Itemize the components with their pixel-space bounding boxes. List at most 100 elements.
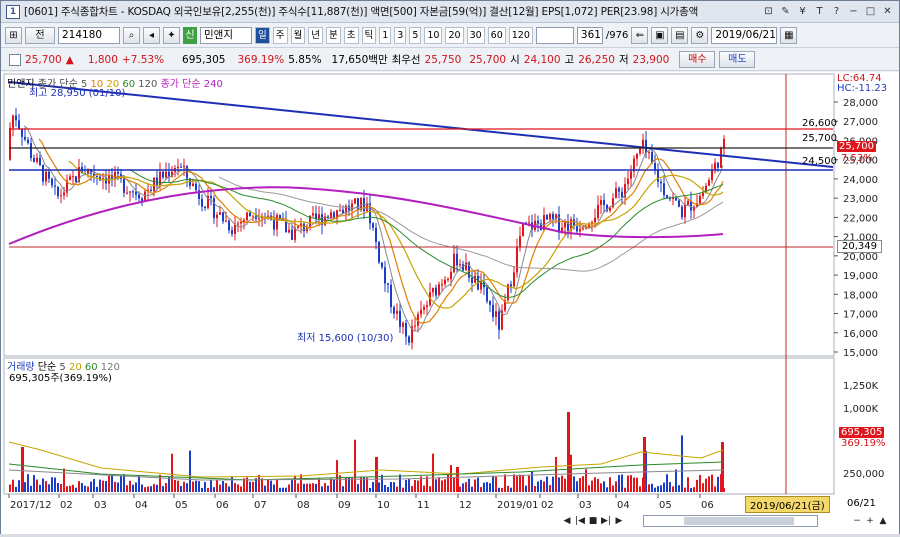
step-3[interactable]: 3 (394, 27, 407, 44)
custom-step-input[interactable] (535, 27, 574, 44)
chart-area[interactable]: 2017/12 02 03 04 05 06 07 08 09 10 11 12 2019/01 02 03… (1, 72, 899, 534)
currency-icon[interactable]: ¥ (795, 4, 810, 19)
expand-icon[interactable]: ▲ (877, 514, 889, 528)
volume-bar (42, 478, 44, 492)
prev-icon[interactable]: ⇐ (631, 27, 649, 44)
candle-body (39, 157, 41, 165)
scroll-left-icon[interactable]: ◀ (561, 514, 573, 528)
step-10[interactable]: 10 (424, 27, 443, 44)
minimize-icon[interactable]: − (846, 4, 861, 19)
scroll-end-icon[interactable]: ▶| (600, 514, 612, 528)
grid-icon[interactable]: ⊞ (5, 27, 22, 44)
step-30[interactable]: 30 (466, 27, 485, 44)
volume-bar (66, 486, 68, 492)
volume-bar (465, 482, 467, 492)
low-note: 최저 15,600 (10/30) (297, 333, 394, 344)
text-icon[interactable]: T (812, 4, 827, 19)
period-minute[interactable]: 분 (326, 27, 341, 44)
volume-bar (366, 477, 368, 492)
period-tick[interactable]: 틱 (361, 27, 377, 44)
chart-canvas[interactable]: 2017/12 02 03 04 05 06 07 08 09 10 11 12 2019/01 02 03… (1, 72, 899, 534)
candle-body (159, 171, 161, 186)
volume-current: 695,305주(369.19%) (9, 373, 112, 384)
stock-code-input[interactable]: 214180 (58, 27, 120, 44)
volume-bar (150, 486, 152, 492)
period-second[interactable]: 초 (343, 27, 359, 44)
volume-bar (204, 481, 206, 492)
candle-body (390, 284, 392, 308)
zoom-scrollbar[interactable] (643, 515, 818, 527)
step-5[interactable]: 5 (409, 27, 422, 44)
step-1[interactable]: 1 (379, 27, 392, 44)
quote-checkbox[interactable] (9, 53, 21, 66)
scroll-thumb[interactable] (684, 517, 794, 525)
tools-icon[interactable]: ✦ (163, 27, 180, 44)
volume-bar (327, 485, 329, 492)
mode-select[interactable]: 전 (25, 27, 55, 44)
scroll-right-icon[interactable]: ▶ (613, 514, 625, 528)
line-badge: 20,349 (837, 240, 882, 253)
candle-body (552, 213, 554, 219)
bar-counter[interactable]: 361 (576, 27, 603, 44)
period-year[interactable]: 년 (308, 27, 323, 44)
volume-bar (309, 483, 311, 492)
candle-body (372, 223, 374, 228)
step-120[interactable]: 120 (508, 27, 533, 44)
buy-button[interactable]: 매수 (679, 51, 716, 68)
zoom-in-icon[interactable]: + (864, 514, 876, 528)
candle-body (288, 229, 290, 233)
x-tick-label: 02 (541, 500, 554, 511)
volume-bar (648, 484, 650, 492)
help-icon[interactable]: ? (829, 4, 844, 19)
best-bid: 25,700 (469, 53, 507, 66)
volume-bar (198, 481, 200, 492)
y-tick-label: 18,000 (843, 290, 878, 301)
lock-icon[interactable]: ▣ (651, 27, 669, 44)
legend-ma120: 120 (138, 79, 158, 90)
step-20[interactable]: 20 (445, 27, 464, 44)
stop-icon[interactable]: ■ (587, 514, 599, 528)
candle-body (75, 176, 77, 182)
step-60[interactable]: 60 (487, 27, 506, 44)
save-icon[interactable]: ▤ (671, 27, 689, 44)
volume-bar (261, 478, 263, 492)
close-icon[interactable]: ✕ (880, 4, 895, 19)
date-input[interactable]: 2019/06/21 (711, 27, 778, 44)
candle-body (12, 115, 14, 128)
search-icon[interactable]: ⌕ (123, 27, 140, 44)
volume-bar (513, 474, 515, 492)
x-tick-label: 05 (659, 500, 672, 511)
volume-value: 695,305 (182, 53, 226, 66)
candle-body (678, 200, 680, 207)
volume-bar (669, 482, 671, 492)
volume-bar (687, 477, 689, 492)
maximize-icon[interactable]: □ (863, 4, 878, 19)
best-ask-label: 최우선 (391, 54, 421, 66)
speaker-icon[interactable]: ◂ (143, 27, 160, 44)
zoom-out-icon[interactable]: − (851, 514, 863, 528)
period-week[interactable]: 주 (272, 27, 288, 44)
volume-bar (144, 487, 146, 492)
period-day[interactable]: 일 (255, 27, 270, 44)
volume-panel (3, 357, 835, 495)
settings-icon[interactable]: ⚙ (691, 27, 709, 44)
ratio-badge: 369.19% (841, 438, 886, 449)
period-month[interactable]: 월 (290, 27, 306, 44)
volume-bar (330, 478, 332, 492)
high-label: 고 (564, 54, 575, 66)
volume-bar (468, 478, 470, 492)
volume-bar (492, 476, 494, 492)
edit-icon[interactable]: ✎ (778, 4, 793, 19)
volume-bar (258, 474, 260, 492)
calendar-icon[interactable]: ▦ (780, 27, 798, 44)
volume-bar (702, 483, 704, 492)
link-icon[interactable]: ⊡ (761, 4, 776, 19)
scroll-start-icon[interactable]: |◀ (574, 514, 586, 528)
current-price: 25,700 (25, 53, 62, 66)
candle-body (714, 162, 716, 171)
volume-bar (57, 482, 59, 492)
volume-bar (714, 486, 716, 492)
sell-button[interactable]: 매도 (719, 51, 756, 68)
low-price: 23,900 (632, 53, 670, 66)
volume-bar (123, 474, 125, 492)
